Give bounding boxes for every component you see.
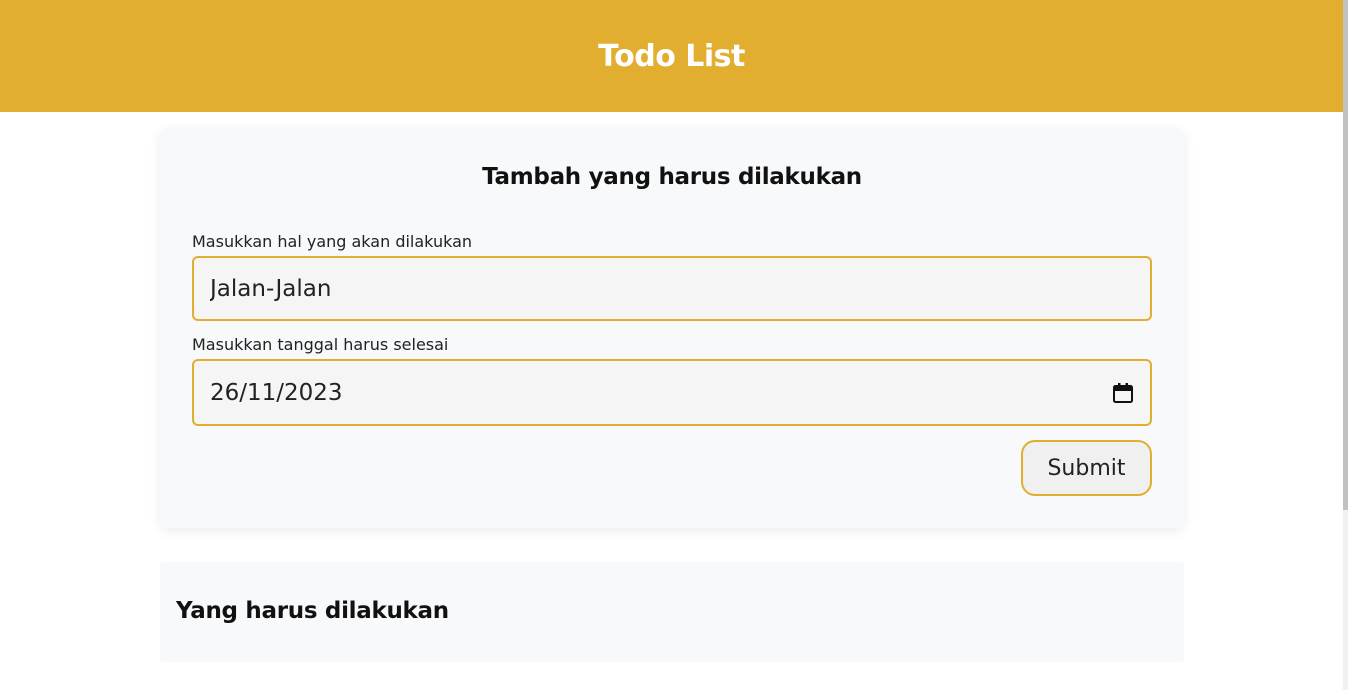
todo-list-title: Yang harus dilakukan: [176, 598, 449, 624]
due-date-field[interactable]: 26/11/2023: [192, 359, 1152, 426]
submit-button[interactable]: Submit: [1021, 440, 1152, 496]
due-date-value: 26/11/2023: [210, 379, 343, 406]
due-date-label: Masukkan tanggal harus selesai: [192, 335, 449, 354]
add-todo-title: Tambah yang harus dilakukan: [482, 164, 862, 190]
todo-input-label: Masukkan hal yang akan dilakukan: [192, 232, 473, 251]
add-todo-card: Tambah yang harus dilakukan Masukkan hal…: [160, 128, 1184, 528]
calendar-icon[interactable]: [1112, 382, 1134, 404]
app-header: Todo List: [0, 0, 1343, 112]
todo-input[interactable]: [210, 275, 1134, 302]
todo-list-card: Yang harus dilakukan: [160, 562, 1184, 662]
page-title: Todo List: [598, 38, 745, 74]
scrollbar-thumb[interactable]: [1343, 0, 1348, 510]
page: Todo List Tambah yang harus dilakukan Ma…: [0, 0, 1348, 690]
vertical-scrollbar[interactable]: [1343, 0, 1348, 690]
todo-input-wrapper: [192, 256, 1152, 321]
